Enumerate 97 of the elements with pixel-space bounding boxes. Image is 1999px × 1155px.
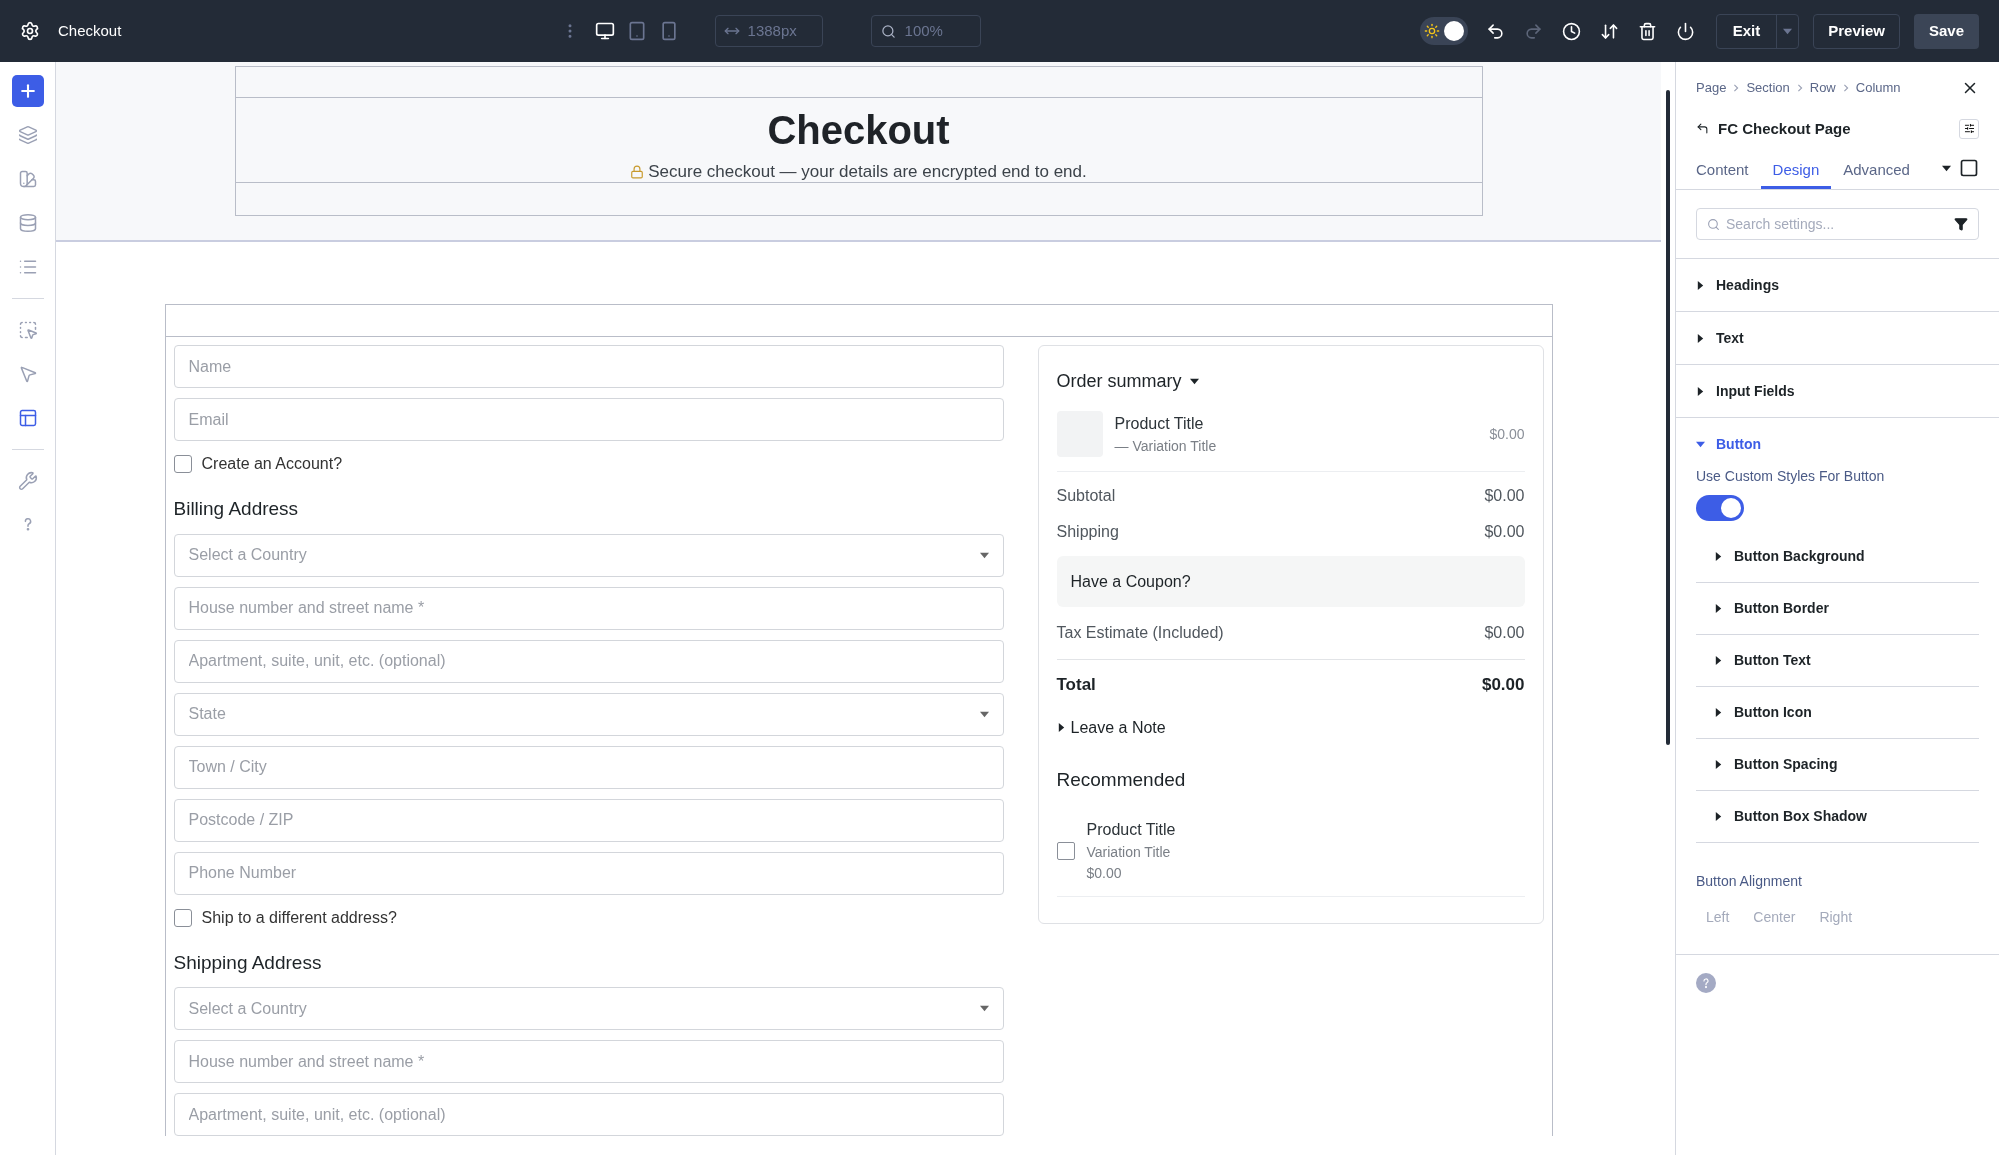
- module-title: FC Checkout Page: [1718, 118, 1851, 139]
- sun-icon: [1423, 23, 1440, 39]
- caret-down-icon: [1942, 163, 1951, 173]
- selection-icon: [17, 320, 38, 340]
- summary-value: $0.00: [1484, 522, 1525, 542]
- undo-icon: [1486, 21, 1506, 41]
- square-icon[interactable]: [1959, 158, 1979, 178]
- theme-toggle[interactable]: [1419, 17, 1468, 45]
- toggle-label: Use Custom Styles For Button: [1696, 467, 1886, 486]
- back-icon[interactable]: [1696, 122, 1709, 136]
- chevron-right-icon: [1795, 83, 1804, 92]
- summary-label: Subtotal: [1056, 486, 1116, 506]
- leave-note-link[interactable]: Leave a Note: [1056, 715, 1166, 740]
- order-summary-title: Order summary: [1056, 370, 1182, 393]
- caret-down-icon: [979, 1004, 989, 1013]
- settings-subsection-header[interactable]: Button Box Shadow: [1696, 791, 1979, 843]
- filter-icon[interactable]: [1954, 217, 1968, 231]
- breadcrumb-link[interactable]: Column: [1855, 78, 1901, 98]
- settings-subsection-header[interactable]: Button Text: [1696, 635, 1979, 687]
- caret-down-icon: [1783, 26, 1793, 36]
- caret-down-icon: [979, 709, 989, 719]
- checkbox[interactable]: [1056, 842, 1075, 860]
- desktop-icon: [594, 21, 615, 41]
- variation-title: Variation Title: [1086, 843, 1172, 862]
- breadcrumb-link[interactable]: Row: [1809, 78, 1836, 98]
- settings-section-header[interactable]: Headings: [1676, 259, 1999, 311]
- input-field[interactable]: Email: [173, 398, 1004, 441]
- sliders-icon: [1963, 123, 1975, 135]
- chevron-right-icon: [1841, 83, 1850, 92]
- input-field[interactable]: Town / City: [173, 745, 1004, 789]
- chevron-right-icon: [1732, 83, 1741, 92]
- product-price: $0.00: [1489, 424, 1525, 444]
- caret-down-icon: [1189, 377, 1199, 386]
- search-icon: [1707, 217, 1720, 231]
- input-field[interactable]: Name: [173, 345, 1004, 388]
- search-icon: [880, 23, 896, 39]
- sort-icon: [1600, 21, 1620, 41]
- recommended-heading: Recommended: [1056, 767, 1187, 792]
- layout-icon: [17, 408, 38, 428]
- add-button[interactable]: [11, 75, 44, 107]
- section-heading: Billing Address: [173, 497, 300, 521]
- section-heading: Shipping Address: [173, 950, 323, 975]
- caret-right-icon: [1056, 723, 1066, 732]
- input-field[interactable]: House number and street name *: [173, 586, 1004, 630]
- settings-icon[interactable]: [20, 21, 40, 41]
- module-options-button[interactable]: [1959, 118, 1979, 139]
- settings-section-header[interactable]: Input Fields: [1676, 365, 1999, 417]
- wrench-icon: [17, 471, 38, 491]
- total-value: $0.00: [1481, 674, 1525, 696]
- settings-subsection-header[interactable]: Button Background: [1696, 531, 1979, 583]
- breadcrumb-link[interactable]: Section: [1746, 78, 1790, 98]
- input-field[interactable]: Apartment, suite, unit, etc. (optional): [173, 639, 1004, 683]
- summary-value: $0.00: [1484, 486, 1525, 506]
- settings-tab[interactable]: Design: [1760, 155, 1832, 189]
- product-title: Product Title: [1086, 820, 1176, 840]
- list-icon: [17, 257, 38, 277]
- settings-subsection-header[interactable]: Button Icon: [1696, 687, 1979, 739]
- page-heading: Checkout: [767, 107, 950, 154]
- checkbox[interactable]: [173, 908, 192, 927]
- caret-down-icon: [979, 550, 989, 560]
- settings-tab[interactable]: Content: [1696, 155, 1761, 189]
- input-field[interactable]: Postcode / ZIP: [173, 798, 1004, 842]
- page-subtitle: Secure checkout — your details are encrypted end to end.: [648, 161, 1087, 183]
- variation-title: — Variation Title: [1114, 436, 1217, 456]
- input-field[interactable]: House number and street name *: [173, 1040, 1004, 1083]
- width-field[interactable]: 1388px: [714, 15, 823, 47]
- checkbox[interactable]: [173, 455, 192, 473]
- coupon-button[interactable]: Have a Coupon?: [1056, 556, 1525, 607]
- alignment-label: Button Alignment: [1696, 872, 1803, 891]
- toggle-switch[interactable]: [1696, 495, 1744, 521]
- summary-label: Tax Estimate (Included): [1056, 623, 1224, 643]
- settings-subsection-header[interactable]: Button Spacing: [1696, 739, 1979, 791]
- settings-subsection-header[interactable]: Button Border: [1696, 583, 1979, 635]
- save-button[interactable]: Save: [1913, 13, 1979, 49]
- input-field[interactable]: Phone Number: [173, 851, 1004, 895]
- product-title: Product Title: [1114, 413, 1205, 434]
- trash-icon: [1638, 21, 1658, 41]
- settings-section-header[interactable]: Button: [1676, 418, 1999, 470]
- input-field[interactable]: Apartment, suite, unit, etc. (optional): [173, 1093, 1004, 1136]
- layers-icon: [17, 125, 38, 145]
- settings-tab[interactable]: Advanced: [1831, 155, 1922, 189]
- product-price: $0.00: [1086, 864, 1123, 883]
- zoom-field[interactable]: 100%: [870, 15, 981, 47]
- checkbox-label: Ship to a different address?: [201, 907, 397, 928]
- lock-icon: [630, 164, 645, 179]
- checkbox-label: Create an Account?: [201, 454, 343, 474]
- breadcrumb-link[interactable]: Page: [1696, 78, 1727, 98]
- summary-value: $0.00: [1484, 623, 1525, 643]
- preview-button[interactable]: Preview: [1813, 13, 1900, 49]
- clock-icon: [1562, 21, 1582, 41]
- settings-section-header[interactable]: Text: [1676, 312, 1999, 364]
- power-icon: [1676, 21, 1696, 41]
- swatch-icon: [17, 169, 38, 189]
- page-title: Checkout: [58, 20, 122, 41]
- total-label: Total: [1056, 674, 1096, 696]
- database-icon: [17, 213, 38, 233]
- summary-label: Shipping: [1056, 522, 1119, 542]
